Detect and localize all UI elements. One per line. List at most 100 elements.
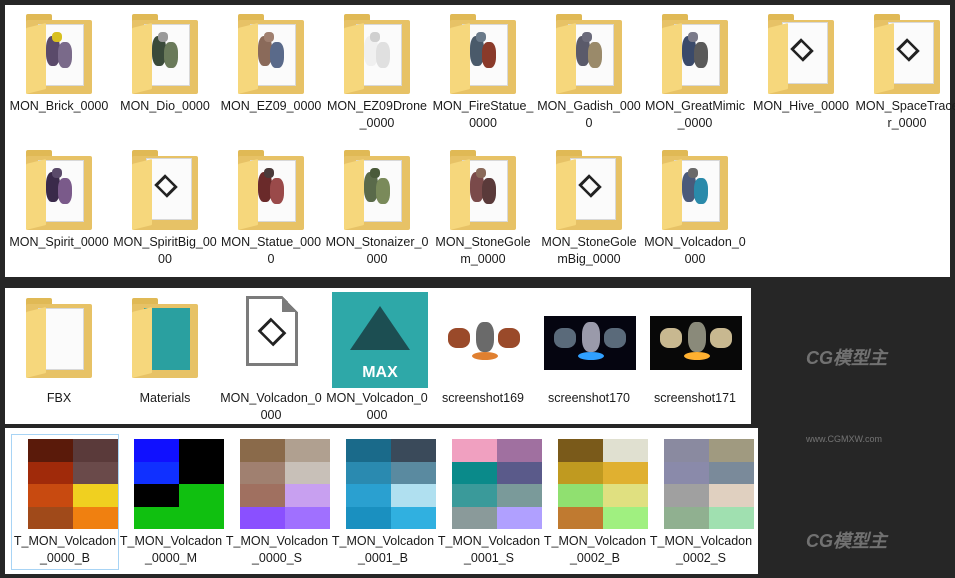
file-thumbnail [226, 144, 316, 234]
texture-swatch [28, 439, 73, 462]
file-thumbnail [650, 8, 740, 98]
file-item[interactable]: MON_StoneGolem_0000 [430, 144, 536, 268]
file-item[interactable]: MON_Volcadon_0000 [218, 292, 324, 424]
texture-thumbnail [444, 435, 542, 533]
file-thumbnail [14, 8, 104, 98]
texture-swatch [664, 484, 709, 507]
file-item[interactable]: MON_Dio_0000 [112, 8, 218, 115]
file-item[interactable]: MAX MON_Volcadon_0000 [324, 292, 430, 424]
file-item[interactable]: MON_GreatMimic_0000 [642, 8, 748, 132]
file-item[interactable]: screenshot169 [430, 292, 536, 407]
texture-swatch [240, 439, 285, 462]
texture-thumbnail [550, 435, 648, 533]
file-thumbnail [544, 8, 634, 98]
file-item[interactable]: MON_Brick_0000 [6, 8, 112, 115]
thumbnail-art [680, 168, 714, 212]
texture-swatch [134, 484, 179, 507]
file-item[interactable]: MON_Stonaizer_0000 [324, 144, 430, 268]
generic-file-icon [246, 296, 298, 366]
file-item[interactable]: MON_SpaceTracer_0000 [854, 8, 955, 132]
file-thumbnail [438, 8, 528, 98]
texture-swatch [134, 439, 179, 462]
texture-swatch [709, 439, 754, 462]
file-item[interactable]: MON_Volcadon_0000 [642, 144, 748, 268]
texture-swatch [240, 461, 285, 484]
texture-file-item[interactable]: T_MON_Volcadon_0001_S [436, 435, 542, 569]
texture-file-item[interactable]: T_MON_Volcadon_0001_B [330, 435, 436, 569]
file-item[interactable]: MON_EZ09Drone_0000 [324, 8, 430, 132]
file-item[interactable]: MON_SpiritBig_0000 [112, 144, 218, 268]
file-thumbnail [438, 144, 528, 234]
file-item[interactable]: MON_Spirit_0000 [6, 144, 112, 251]
file-thumbnail [544, 292, 636, 396]
texture-swatch [391, 484, 436, 507]
screenshot-thumbnail [438, 316, 530, 370]
texture-swatch [664, 461, 709, 484]
texture-swatch [709, 484, 754, 507]
texture-file-item[interactable]: T_MON_Volcadon_0000_B [11, 434, 119, 570]
max-badge: MAX [362, 364, 398, 381]
texture-swatch [497, 461, 542, 484]
texture-swatch [73, 506, 118, 529]
file-thumbnail [332, 144, 422, 234]
texture-swatch [603, 439, 648, 462]
file-name: T_MON_Volcadon_0000_S [225, 534, 329, 565]
texture-file-item[interactable]: T_MON_Volcadon_0000_S [224, 435, 330, 569]
file-thumbnail [120, 292, 210, 396]
texture-swatch [179, 439, 224, 462]
texture-file-item[interactable]: T_MON_Volcadon_0000_M [118, 435, 224, 569]
texture-swatch [497, 439, 542, 462]
folder-icon [450, 150, 516, 230]
file-thumbnail [14, 144, 104, 234]
texture-swatch [558, 484, 603, 507]
texture-thumbnail [126, 435, 224, 533]
file-thumbnail [14, 292, 104, 396]
texture-swatch [709, 461, 754, 484]
folder-icon [662, 150, 728, 230]
folder-icon [26, 150, 92, 230]
texture-file-item[interactable]: T_MON_Volcadon_0002_S [648, 435, 754, 569]
texture-swatch [28, 506, 73, 529]
file-name: T_MON_Volcadon_0002_S [649, 534, 753, 565]
file-name: MON_Volcadon_0000 [644, 235, 746, 266]
texture-swatch [346, 461, 391, 484]
texture-swatch [134, 506, 179, 529]
texture-swatch [28, 461, 73, 484]
file-item[interactable]: Materials [112, 292, 218, 407]
file-thumbnail [544, 144, 634, 234]
texture-swatch [285, 484, 330, 507]
file-item[interactable]: screenshot171 [642, 292, 748, 407]
file-item[interactable]: MON_FireStatue_0000 [430, 8, 536, 132]
folder-icon [556, 150, 622, 230]
texture-swatch [497, 506, 542, 529]
file-item[interactable]: screenshot170 [536, 292, 642, 407]
texture-swatch [664, 439, 709, 462]
texture-swatch [240, 484, 285, 507]
texture-swatch [240, 506, 285, 529]
file-name: T_MON_Volcadon_0000_M [119, 534, 223, 565]
texture-swatch [452, 484, 497, 507]
file-name: MON_Gadish_0000 [537, 99, 641, 130]
file-name: T_MON_Volcadon_0000_B [13, 534, 117, 565]
thumbnail-art [256, 168, 290, 212]
file-name: MON_Stonaizer_0000 [325, 235, 429, 266]
texture-swatch [73, 484, 118, 507]
texture-file-item[interactable]: T_MON_Volcadon_0002_B [542, 435, 648, 569]
folder-icon [132, 298, 198, 378]
file-thumbnail [756, 8, 846, 98]
folder-icon [662, 14, 728, 94]
3dsmax-file-icon: MAX [332, 292, 428, 388]
texture-swatch [558, 439, 603, 462]
texture-swatch [73, 439, 118, 462]
file-item[interactable]: MON_Hive_0000 [748, 8, 854, 115]
file-item[interactable]: MON_Statue_0000 [218, 144, 324, 268]
file-item[interactable]: FBX [6, 292, 112, 407]
file-item[interactable]: MON_StoneGolemBig_0000 [536, 144, 642, 268]
folder-icon [238, 14, 304, 94]
texture-swatch [497, 484, 542, 507]
file-item[interactable]: MON_Gadish_0000 [536, 8, 642, 132]
folder-icon [238, 150, 304, 230]
texture-thumbnail [20, 435, 118, 533]
texture-swatch [285, 461, 330, 484]
file-item[interactable]: MON_EZ09_0000 [218, 8, 324, 115]
